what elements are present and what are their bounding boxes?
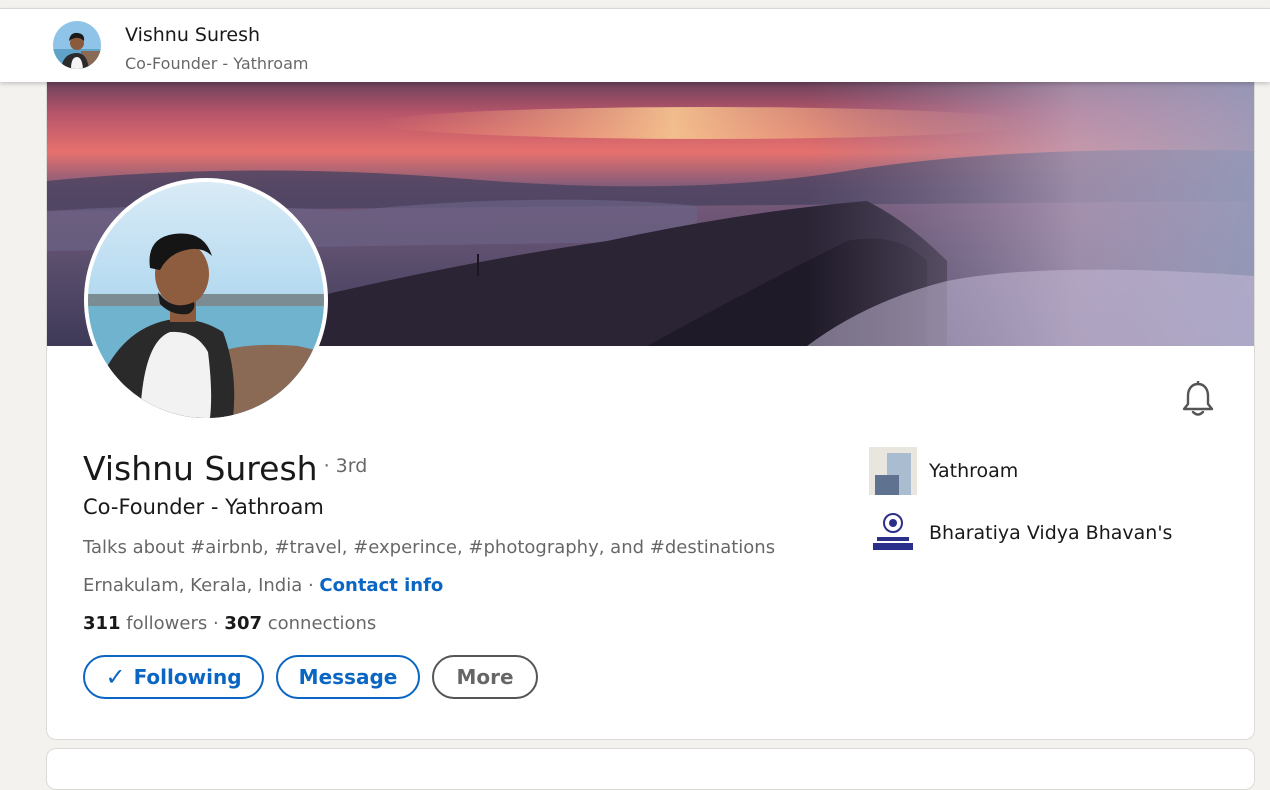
org-item-bharatiya-vidya-bhavan[interactable]: Bharatiya Vidya Bhavan's — [869, 509, 1172, 557]
sticky-name: Vishnu Suresh — [125, 24, 261, 46]
connections-count[interactable]: 307 — [224, 613, 262, 634]
connection-degree: · 3rd — [323, 455, 368, 477]
connections-label[interactable]: connections — [262, 613, 377, 634]
following-button[interactable]: ✓ Following — [83, 655, 264, 699]
contact-info-link[interactable]: Contact info — [319, 575, 443, 596]
location-line: Ernakulam, Kerala, India · Contact info — [83, 575, 443, 596]
profile-name: Vishnu Suresh · 3rd — [83, 449, 367, 488]
more-label: More — [456, 665, 514, 689]
org-name: Yathroam — [929, 460, 1019, 482]
checkmark-icon: ✓ — [105, 663, 126, 691]
followers-label: followers — [120, 613, 213, 634]
message-button[interactable]: Message — [276, 655, 420, 699]
org-name: Bharatiya Vidya Bhavan's — [929, 522, 1173, 544]
profile-headline: Co-Founder - Yathroam — [83, 495, 324, 519]
profile-card: Vishnu Suresh · 3rd Co-Founder - Yathroam… — [46, 60, 1255, 740]
sticky-title: Co-Founder - Yathroam — [125, 54, 309, 73]
talks-about: Talks about #airbnb, #travel, #experince… — [83, 537, 776, 558]
following-label: Following — [133, 665, 242, 689]
school-logo-icon — [869, 509, 917, 557]
next-section-card — [46, 748, 1255, 790]
message-label: Message — [298, 665, 398, 689]
company-logo-icon — [869, 447, 917, 495]
more-button[interactable]: More — [432, 655, 538, 699]
bell-icon[interactable] — [1181, 381, 1215, 417]
sticky-profile-header: Vishnu Suresh Co-Founder - Yathroam — [0, 8, 1270, 82]
location-text: Ernakulam, Kerala, India — [83, 575, 303, 596]
location-separator: · — [302, 575, 320, 596]
avatar[interactable] — [53, 21, 101, 69]
profile-photo[interactable] — [84, 178, 328, 422]
org-item-yathroam[interactable]: Yathroam — [869, 447, 1018, 495]
network-stats: 311 followers · 307 connections — [83, 613, 376, 634]
stats-separator: · — [212, 613, 225, 634]
profile-name-text: Vishnu Suresh — [83, 449, 318, 488]
followers-count: 311 — [83, 613, 121, 634]
